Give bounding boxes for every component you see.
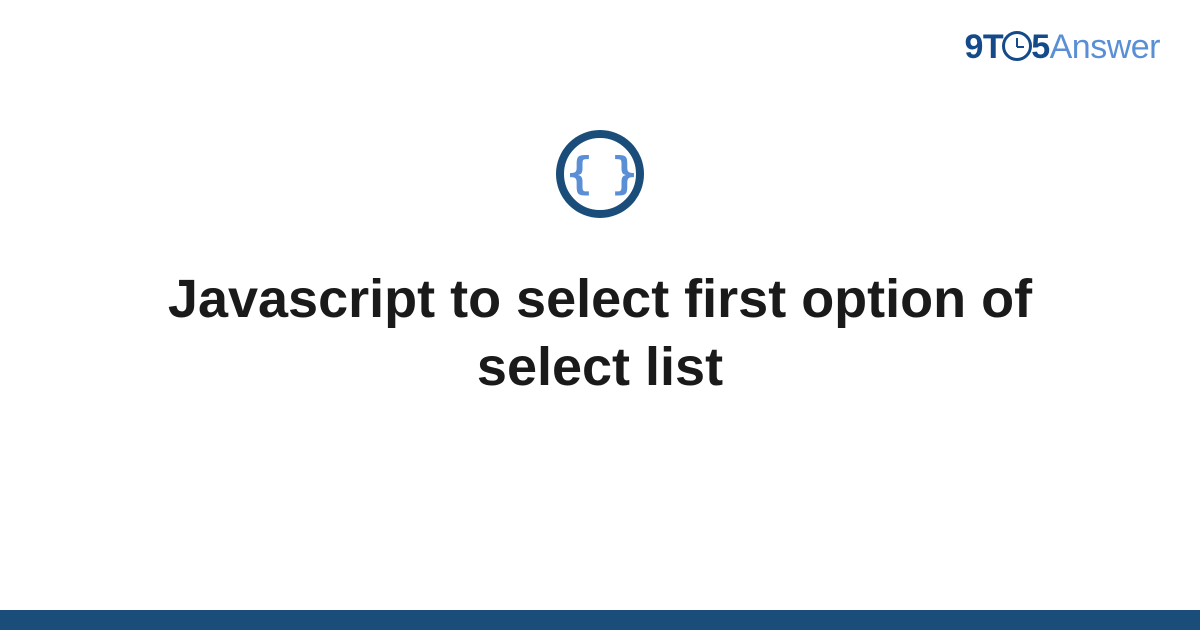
code-braces-icon: { } <box>556 130 644 218</box>
main-content: { } Javascript to select first option of… <box>0 130 1200 401</box>
logo-suffix: Answer <box>1050 28 1160 66</box>
braces-glyph: { } <box>566 152 633 196</box>
logo-prefix: 9T <box>965 28 1004 66</box>
clock-icon <box>1002 31 1032 61</box>
logo-middle: 5 <box>1031 28 1049 66</box>
page-title: Javascript to select first option of sel… <box>90 266 1110 401</box>
footer-accent-bar <box>0 610 1200 630</box>
site-logo: 9T 5Answer <box>965 28 1160 67</box>
